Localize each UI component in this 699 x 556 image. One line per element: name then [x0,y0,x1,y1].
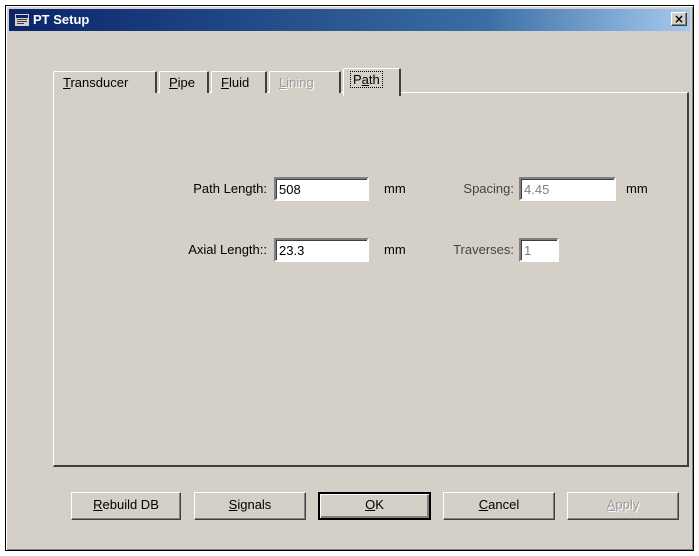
tab-pipe-hotkey: P [169,75,178,90]
axial-length-label: Axial Length:: [188,242,267,257]
close-button[interactable]: × [671,12,687,26]
signals-label: ignals [237,497,272,512]
tab-path[interactable]: Path [343,68,401,96]
signals-button[interactable]: Signals [194,492,306,520]
close-icon: × [673,12,685,26]
tab-lining-label: ining [286,75,314,90]
traverses-label: Traverses: [453,242,514,257]
tab-transducer-label: ransducer [70,75,129,90]
tab-path-hotkey: a [361,72,369,87]
rebuild-db-hotkey: R [93,497,103,512]
path-length-unit: mm [384,181,406,196]
tab-path-label-start: P [353,72,362,87]
path-length-input[interactable] [274,177,369,201]
ok-hotkey: O [365,497,376,512]
window-title: PT Setup [33,12,90,27]
cancel-button[interactable]: Cancel [443,492,555,520]
rebuild-db-label: ebuild DB [102,497,159,512]
ok-button[interactable]: OK [318,492,431,520]
spacing-unit: mm [626,181,648,196]
tab-fluid-hotkey: F [221,75,229,90]
tab-transducer[interactable]: Transducer [53,71,157,93]
tab-path-label: th [368,72,380,87]
tab-pipe-label: ipe [177,75,196,90]
cancel-label: ancel [488,497,520,512]
apply-button[interactable]: Apply [567,492,679,520]
apply-label: pply [615,497,640,512]
spacing-input[interactable] [519,177,616,201]
tab-fluid[interactable]: Fluid [211,71,267,93]
tab-pipe[interactable]: Pipe [159,71,209,93]
path-tab-panel: Path Length: mm Spacing: mm Axial Length… [53,92,689,467]
tab-fluid-label: luid [228,75,250,90]
app-icon [15,14,29,26]
path-length-label: Path Length: [193,181,267,196]
tab-path-focus: Path [350,71,383,88]
tab-lining[interactable]: Lining [269,71,341,93]
axial-length-input[interactable] [274,238,369,262]
pt-setup-window: PT Setup × Path Length: mm Spacing: mm A… [5,5,694,551]
ok-label: K [375,497,384,512]
cancel-hotkey: C [478,497,489,512]
rebuild-db-button[interactable]: Rebuild DB [71,492,181,520]
title-bar[interactable]: PT Setup × [9,9,690,31]
spacing-label: Spacing: [463,181,514,196]
traverses-input[interactable] [519,238,559,262]
